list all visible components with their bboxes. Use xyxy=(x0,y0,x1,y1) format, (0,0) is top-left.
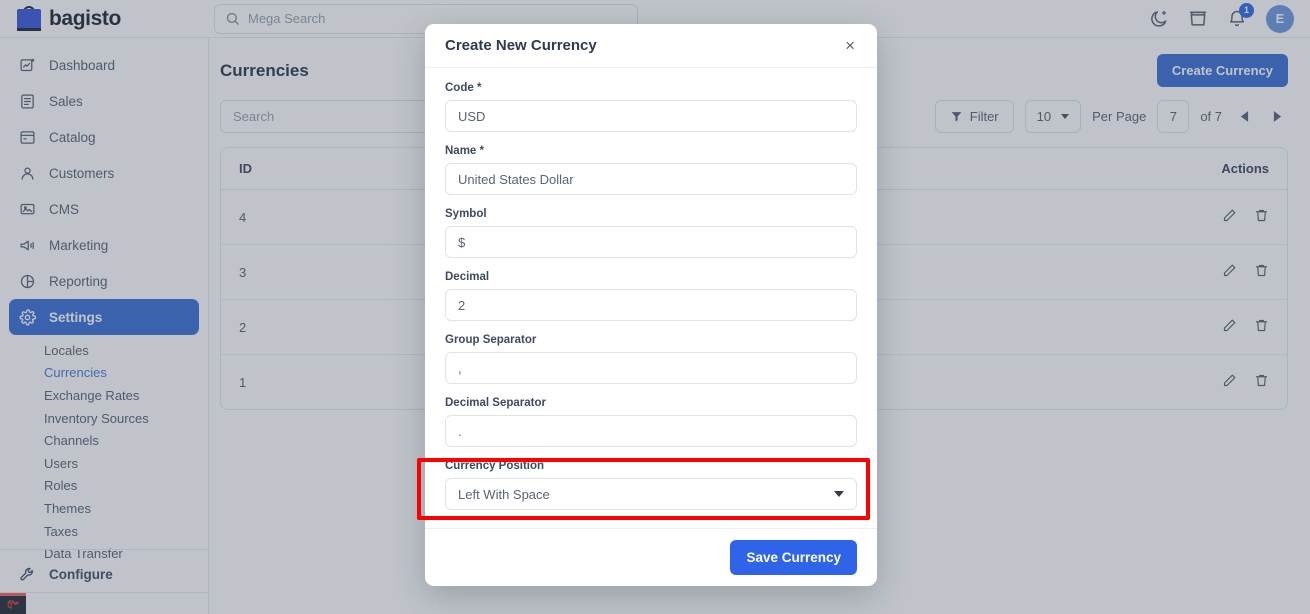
close-icon[interactable]: × xyxy=(843,34,857,57)
chevron-down-icon xyxy=(834,491,844,497)
field-code: Code * xyxy=(445,82,857,132)
label-name: Name * xyxy=(445,145,484,157)
code-input[interactable] xyxy=(445,100,857,132)
decimal-input[interactable] xyxy=(445,289,857,321)
decimal-separator-input[interactable] xyxy=(445,415,857,447)
symbol-input[interactable] xyxy=(445,226,857,258)
field-currency-position: Currency Position Left With Space xyxy=(445,460,857,510)
field-decimal: Decimal xyxy=(445,271,857,321)
modal-body: Code * Name * Symbol Decimal Group Separ… xyxy=(425,68,877,528)
label-symbol: Symbol xyxy=(445,208,487,220)
field-symbol: Symbol xyxy=(445,208,857,258)
label-currency-position: Currency Position xyxy=(445,460,545,472)
field-name: Name * xyxy=(445,145,857,195)
label-decimal-separator: Decimal Separator xyxy=(445,397,546,409)
modal-footer: Save Currency xyxy=(425,528,877,586)
save-currency-button[interactable]: Save Currency xyxy=(730,540,857,575)
modal-header: Create New Currency × xyxy=(425,24,877,68)
group-separator-input[interactable] xyxy=(445,352,857,384)
label-group-separator: Group Separator xyxy=(445,334,537,346)
currency-position-value: Left With Space xyxy=(458,486,550,502)
label-decimal: Decimal xyxy=(445,271,490,283)
currency-position-select[interactable]: Left With Space xyxy=(445,478,857,510)
name-input[interactable] xyxy=(445,163,857,195)
field-group-separator: Group Separator xyxy=(445,334,857,384)
field-decimal-separator: Decimal Separator xyxy=(445,397,857,447)
create-currency-modal: Create New Currency × Code * Name * Symb… xyxy=(425,24,877,586)
label-code: Code * xyxy=(445,82,482,94)
modal-title: Create New Currency xyxy=(445,37,597,54)
